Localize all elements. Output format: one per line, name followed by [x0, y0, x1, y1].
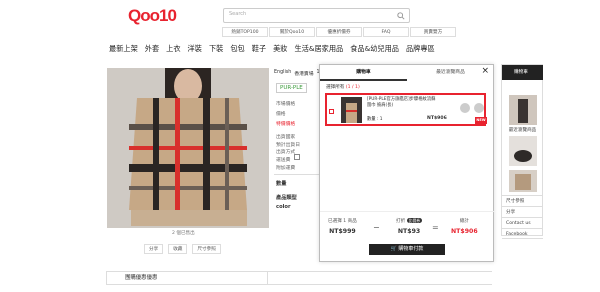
minus-sign: − — [373, 223, 380, 232]
close-icon[interactable]: × — [481, 66, 489, 76]
tab-cart[interactable]: 購物車 — [320, 65, 407, 81]
category-nav: 最新上架 外套 上衣 洋裝 下裝 包包 鞋子 美妝 生活&居家用品 食品&幼兒用… — [109, 44, 435, 54]
selected-value: NT$999 — [329, 228, 356, 235]
recent-thumb-art — [509, 136, 537, 166]
shipping-fee-label: 運送費 — [276, 158, 291, 163]
category-item[interactable]: 上衣 — [166, 44, 180, 54]
new-badge: NEW — [475, 117, 487, 124]
shipping-checkbox[interactable] — [294, 154, 300, 160]
divider — [274, 174, 320, 175]
item-checkbox[interactable] — [329, 109, 334, 114]
product-image[interactable] — [107, 68, 269, 228]
sale-price-label: 特價價格 — [276, 122, 296, 127]
sidebar-share[interactable]: 分享 — [502, 206, 543, 217]
quick-link[interactable]: 買賣雙方 — [410, 27, 456, 37]
discount-label: 打折 — [396, 219, 406, 224]
quick-link[interactable]: 優惠折價券 — [316, 27, 362, 37]
category-item[interactable]: 食品&幼兒用品 — [350, 44, 399, 54]
category-item[interactable]: 下裝 — [209, 44, 223, 54]
recent-item-thumbnail[interactable] — [509, 95, 537, 125]
selected-label: 已選擇 1 商品 — [328, 219, 357, 224]
sidebar-size-guide[interactable]: 尺寸參照 — [502, 195, 543, 206]
category-item[interactable]: 鞋子 — [252, 44, 266, 54]
select-all-count: (1 / 1) — [345, 85, 360, 90]
sold-count: 2 個已售出 — [172, 231, 195, 236]
extra-fee-label: 附加運費 — [276, 166, 296, 171]
quick-link[interactable]: FAQ — [363, 27, 409, 37]
select-all-label: 選擇所有 — [326, 85, 345, 90]
favorite-button[interactable]: 收藏 — [168, 244, 188, 254]
discount-value: NT$93 — [397, 228, 421, 235]
share-button[interactable]: 分享 — [144, 244, 164, 254]
price-label: 價格 — [276, 112, 286, 117]
category-item[interactable]: 外套 — [145, 44, 159, 54]
market-price-label: 市場價格 — [276, 102, 296, 107]
selected-summary: 已選擇 1 商品 NT$999 — [328, 218, 357, 235]
select-all[interactable]: 選擇所有 (1 / 1) — [326, 84, 360, 90]
page: { "header":{"logo":"Qoo10","search_place… — [0, 0, 600, 292]
category-item[interactable]: 洋裝 — [188, 44, 202, 54]
brand-label[interactable]: PUR-PLE — [276, 83, 307, 93]
category-item[interactable]: 包包 — [230, 44, 244, 54]
search-input[interactable]: Search — [223, 8, 410, 23]
quantity-label: 數量 — [276, 181, 287, 187]
sidebar-facebook[interactable]: Facebook — [502, 228, 543, 239]
search-placeholder: Search — [229, 11, 247, 17]
recent-thumb-art — [509, 170, 537, 192]
quick-links: 熱銷TOP100 關於Qoo10 優惠折價券 FAQ 買賣雙方 — [222, 27, 457, 37]
discount-badge: 比價券 — [406, 218, 423, 223]
ship-date-label: 預計出貨日 — [276, 143, 300, 148]
quick-link[interactable]: 關於Qoo10 — [269, 27, 315, 37]
discount-summary: 打折 比價券 NT$93 — [396, 218, 423, 235]
recent-thumb-art — [509, 95, 537, 125]
recent-label: 最近瀏覽商品 — [508, 128, 537, 133]
checkout-button[interactable]: 🛒 購物車付款 — [369, 244, 445, 255]
scarf-photo — [107, 68, 269, 228]
market-tabs: English 香港賣場 1/3 — [274, 70, 324, 77]
sidebar-contact[interactable]: Contact us — [502, 217, 543, 228]
share-bar: 分享 收藏 尺寸參照 — [144, 244, 221, 254]
language-link[interactable]: English — [274, 70, 291, 77]
item-title[interactable]: [PUR-PLE官方旗艦店]步驟格紋流蘇圍巾 披肩(長) — [367, 97, 437, 108]
item-thumb-art — [341, 97, 362, 123]
delete-icon[interactable] — [474, 103, 484, 113]
cart-popup-tabs: 購物車 最近瀏覽商品 — [320, 65, 494, 81]
ship-country-label: 出貨國家 — [276, 135, 296, 140]
cart-item: [PUR-PLE官方旗艦店]步驟格紋流蘇圍巾 披肩(長) 數量 : 1 NT$9… — [325, 93, 487, 126]
color-label: color — [276, 204, 291, 210]
cart-popup: 購物車 最近瀏覽商品 × 選擇所有 (1 / 1) [PUR-PLE官方旗艦店]… — [319, 64, 494, 262]
quick-link[interactable]: 熱銷TOP100 — [222, 27, 268, 37]
sidebar-cart-label: 購物車 — [514, 70, 528, 75]
qoo10-logo[interactable]: Qoo10 — [128, 6, 177, 26]
recent-item-thumbnail[interactable] — [509, 136, 537, 166]
category-item[interactable]: 生活&居家用品 — [295, 44, 344, 54]
sidebar-cart-button[interactable]: 購物車 — [502, 65, 543, 80]
search-icon[interactable] — [397, 12, 405, 20]
category-item[interactable]: 最新上架 — [109, 44, 138, 54]
right-sidebar: 購物車 最近瀏覽商品 尺寸參照 分享 Contact us Facebook — [501, 64, 543, 239]
cart-summary: 已選擇 1 商品 NT$999 − 打折 比價券 NT$93 = 總計 NT$9… — [320, 211, 494, 241]
size-guide-button[interactable]: 尺寸參照 — [192, 244, 221, 254]
recent-item-thumbnail[interactable] — [509, 170, 537, 192]
search-icon[interactable] — [460, 103, 470, 113]
category-item[interactable]: 品牌專區 — [406, 44, 435, 54]
checkout-label: 購物車付款 — [398, 246, 424, 252]
total-label: 總計 — [459, 219, 469, 224]
ship-method-label: 出貨方式 — [276, 150, 296, 155]
item-price: NT$906 — [427, 116, 447, 121]
tab-group-deal[interactable]: 團購優惠優惠 — [106, 271, 268, 285]
equals-sign: = — [432, 223, 439, 232]
tab-hk-market[interactable]: 香港賣場 — [294, 70, 313, 77]
product-type-label: 產品類型 — [276, 195, 297, 201]
item-quantity: 數量 : 1 — [367, 117, 383, 122]
total-summary: 總計 NT$906 — [451, 218, 478, 235]
tab-strip — [268, 271, 492, 285]
category-item[interactable]: 美妝 — [273, 44, 287, 54]
total-value: NT$906 — [451, 228, 478, 235]
item-thumbnail[interactable] — [341, 97, 362, 123]
